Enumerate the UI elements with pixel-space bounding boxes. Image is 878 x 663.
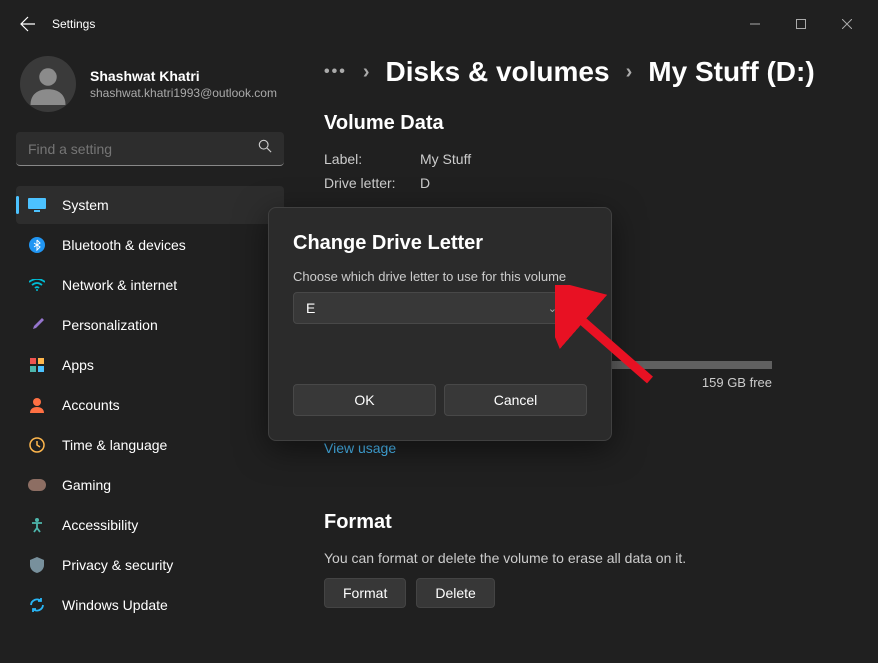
dialog-text: Choose which drive letter to use for thi… (293, 269, 587, 284)
dialog-overlay: Change Drive Letter Choose which drive l… (0, 0, 878, 663)
cancel-button[interactable]: Cancel (444, 384, 587, 416)
chevron-down-icon: ⌄ (548, 302, 557, 315)
change-drive-letter-dialog: Change Drive Letter Choose which drive l… (268, 207, 612, 441)
ok-button[interactable]: OK (293, 384, 436, 416)
dialog-title: Change Drive Letter (293, 232, 587, 255)
dropdown-selected-value: E (306, 300, 315, 316)
drive-letter-dropdown[interactable]: E ⌄ (293, 292, 570, 324)
